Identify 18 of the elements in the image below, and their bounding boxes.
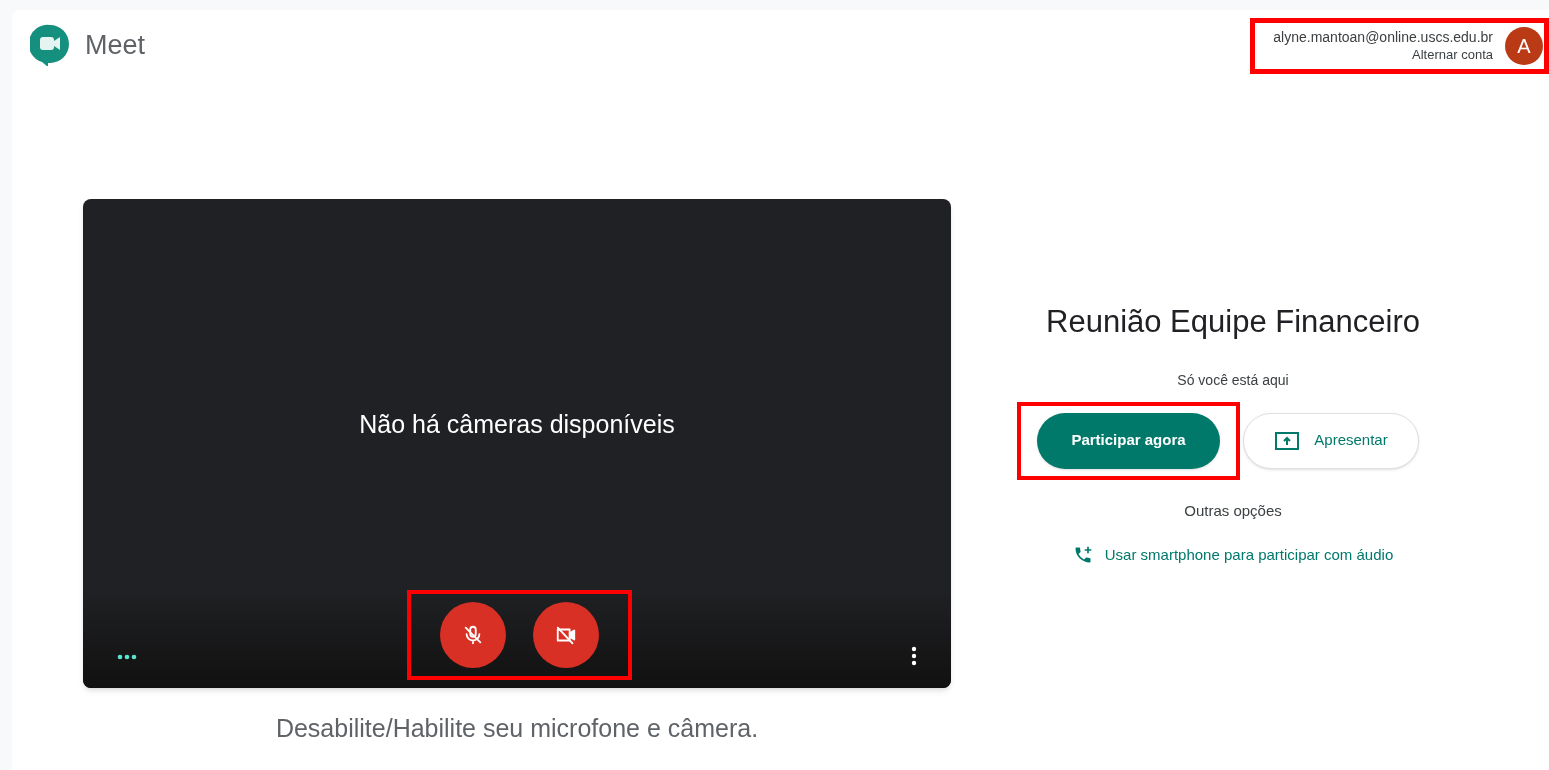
more-options-icon[interactable] (911, 646, 917, 666)
present-button[interactable]: Apresentar (1243, 412, 1419, 469)
present-screen-icon (1274, 430, 1301, 451)
app-name: Meet (85, 28, 146, 62)
switch-account-link[interactable]: Alternar conta (1412, 46, 1493, 64)
account-email: alyne.mantoan@online.uscs.edu.br (1273, 28, 1493, 46)
camera-off-icon (554, 624, 578, 646)
meeting-title: Reunião Equipe Financeiro (1046, 303, 1420, 341)
join-now-button[interactable]: Participar agora (1037, 412, 1220, 469)
participants-status: Só você está aqui (1177, 370, 1289, 390)
account-avatar[interactable]: A (1505, 27, 1543, 65)
caption: Desabilite/Habilite seu microfone e câmera. (275, 713, 759, 744)
more-dots-icon (117, 654, 137, 660)
other-options-label: Outras opções (1184, 500, 1282, 521)
no-camera-message: Não há câmeras disponíveis (359, 408, 675, 440)
muted-microphone-icon (462, 624, 484, 646)
use-phone-link[interactable]: Usar smartphone para participar com áudio (1072, 544, 1394, 567)
video-camera-logo-icon (30, 24, 70, 66)
